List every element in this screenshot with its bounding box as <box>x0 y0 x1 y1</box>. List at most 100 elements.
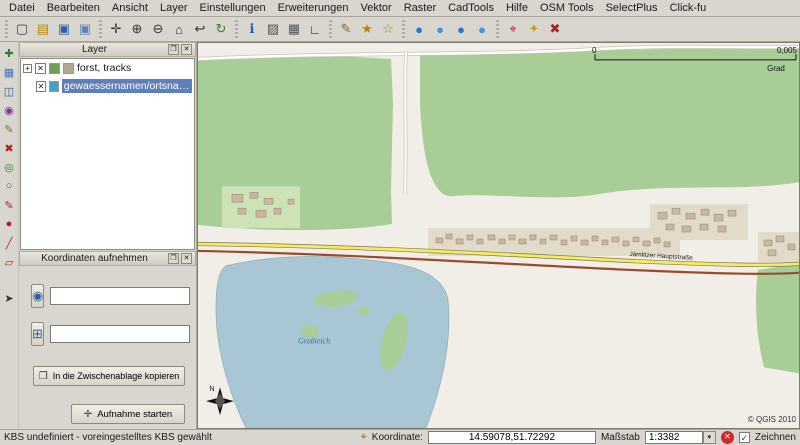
copy-to-clipboard-button[interactable]: ❐ In die Zwischenablage kopieren <box>33 366 185 386</box>
menu-click-fu[interactable]: Click-fu <box>664 1 713 15</box>
layer-row-gewaessernamen[interactable]: ✕ gewaessernamen/ortsnamen... <box>21 77 194 95</box>
snap-grid-button[interactable]: ⊞ <box>31 322 44 346</box>
select-plus-button[interactable]: ✦ <box>524 19 544 39</box>
measure-line-button[interactable]: ∟ <box>305 19 325 39</box>
coordinate-icon[interactable]: ⌖ <box>361 431 367 444</box>
zoom-full-extent-button[interactable]: ⌂ <box>169 19 189 39</box>
toolbar-grip <box>496 20 499 38</box>
main-area: ✚ ▦ ◫ ◉ ✎ ✖ ◎ ○ ✎ ● ╱ ▱ ➤ Layer ❐ ✕ + ✕ <box>0 42 800 429</box>
scale-start-label: 0 <box>592 46 597 55</box>
layers-tree: + ✕ forst, tracks ✕ gewaessernamen/ortsn… <box>20 58 195 250</box>
menu-raster[interactable]: Raster <box>398 1 442 15</box>
scale-label: Maßstab <box>601 432 640 443</box>
north-label: N <box>209 386 214 393</box>
capture-point-button[interactable]: ● <box>1 216 17 232</box>
hide-all-layers-button[interactable]: ○ <box>1 178 17 194</box>
main-toolbar: ▢ ▤ ▣ ▣ ✛ ⊕ ⊖ ⌂ ↩ ↻ ℹ ▨ ▦ ∟ ✎ ★ ☆ ● ● ● … <box>0 17 800 42</box>
zoom-previous-button[interactable]: ↩ <box>190 19 210 39</box>
osm-download-button[interactable]: ● <box>430 19 450 39</box>
stop-render-button[interactable]: ✕ <box>721 431 734 444</box>
coordinate-map-field[interactable] <box>50 325 190 343</box>
layer-visibility-checkbox[interactable]: ✕ <box>35 63 46 74</box>
zoom-in-button[interactable]: ⊕ <box>127 19 147 39</box>
osm-upload-button[interactable]: ● <box>451 19 471 39</box>
show-all-layers-button[interactable]: ◎ <box>1 159 17 175</box>
show-bookmarks-button[interactable]: ☆ <box>378 19 398 39</box>
menu-ansicht[interactable]: Ansicht <box>106 1 154 15</box>
layer-label-selected[interactable]: gewaessernamen/ortsnamen... <box>62 79 192 93</box>
add-wms-layer-button[interactable]: ◉ <box>1 102 17 118</box>
coordinate-capture-button[interactable]: ⌖ <box>503 19 523 39</box>
dock-panels: Layer ❐ ✕ + ✕ forst, tracks ✕ gewaessern… <box>19 42 197 429</box>
layers-panel-float-button[interactable]: ❐ <box>168 44 179 55</box>
layers-toolbar: ✚ ▦ ◫ ◉ ✎ ✖ ◎ ○ ✎ ● ╱ ▱ ➤ <box>0 42 19 429</box>
chevron-down-icon[interactable]: ▼ <box>703 431 716 444</box>
add-raster-layer-button[interactable]: ▦ <box>1 64 17 80</box>
crs-globe-button[interactable]: ◉ <box>31 284 44 308</box>
status-message: KBS undefiniert - voreingestelltes KBS g… <box>4 432 212 443</box>
capture-polygon-button[interactable]: ▱ <box>1 254 17 270</box>
pointer-tool-button[interactable]: ➤ <box>1 290 17 306</box>
toolbar-grip <box>5 20 8 38</box>
coordinate-label: Koordinate: <box>372 432 423 443</box>
toolbar-grip <box>329 20 332 38</box>
identify-features-button[interactable]: ℹ <box>242 19 262 39</box>
coordinate-panel-close-button[interactable]: ✕ <box>181 253 192 264</box>
coordinate-display-field[interactable] <box>428 431 596 444</box>
refresh-map-button[interactable]: ↻ <box>211 19 231 39</box>
scale-value-field[interactable] <box>645 431 703 444</box>
open-project-button[interactable]: ▤ <box>33 19 53 39</box>
layers-panel-title: Layer <box>23 44 166 55</box>
scale-unit-label: Grad <box>767 64 785 73</box>
add-postgis-layer-button[interactable]: ◫ <box>1 83 17 99</box>
coordinate-panel-float-button[interactable]: ❐ <box>168 253 179 264</box>
capture-line-button[interactable]: ╱ <box>1 235 17 251</box>
layers-panel-titlebar: Layer ❐ ✕ <box>19 42 196 57</box>
select-features-button[interactable]: ▨ <box>263 19 283 39</box>
new-shapefile-layer-button[interactable]: ✎ <box>1 121 17 137</box>
menu-datei[interactable]: Datei <box>3 1 41 15</box>
layers-panel-close-button[interactable]: ✕ <box>181 44 192 55</box>
copyright-label: © QGIS 2010 <box>748 415 797 424</box>
layer-row-forst-tracks[interactable]: + ✕ forst, tracks <box>21 59 194 77</box>
menu-selectplus[interactable]: SelectPlus <box>600 1 664 15</box>
osm-import-button[interactable]: ● <box>472 19 492 39</box>
coordinate-panel-titlebar: Koordinaten aufnehmen ❐ ✕ <box>19 251 196 266</box>
menu-einstellungen[interactable]: Einstellungen <box>194 1 272 15</box>
save-project-as-button[interactable]: ▣ <box>75 19 95 39</box>
open-attribute-table-button[interactable]: ▦ <box>284 19 304 39</box>
add-vector-layer-button[interactable]: ✚ <box>1 45 17 61</box>
map-canvas[interactable]: Großteich Jämlitzer Hauptstraße 0 0,005 … <box>197 42 800 429</box>
new-project-button[interactable]: ▢ <box>12 19 32 39</box>
coordinate-panel-title: Koordinaten aufnehmen <box>23 253 166 264</box>
zoom-out-button[interactable]: ⊖ <box>148 19 168 39</box>
coordinate-crs-field[interactable] <box>50 287 190 305</box>
menu-osm-tools[interactable]: OSM Tools <box>534 1 600 15</box>
layer-label[interactable]: forst, tracks <box>77 62 131 74</box>
menu-erweiterungen[interactable]: Erweiterungen <box>272 1 355 15</box>
menu-vektor[interactable]: Vektor <box>355 1 398 15</box>
render-label: Zeichnen <box>755 432 796 443</box>
click-fu-button[interactable]: ✖ <box>545 19 565 39</box>
expander-icon[interactable]: + <box>23 64 32 73</box>
save-project-button[interactable]: ▣ <box>54 19 74 39</box>
grass-area <box>222 186 300 228</box>
coordinate-capture-panel: Koordinaten aufnehmen ❐ ✕ ◉ ⊞ ❐ In die Z… <box>19 251 196 429</box>
new-bookmark-button[interactable]: ★ <box>357 19 377 39</box>
capture-crosshair-icon: ✛ <box>84 409 92 420</box>
scale-combo[interactable]: ▼ <box>645 431 716 444</box>
toolbar-grip <box>402 20 405 38</box>
layers-panel: Layer ❐ ✕ + ✕ forst, tracks ✕ gewaessern… <box>19 42 196 251</box>
pan-map-button[interactable]: ✛ <box>106 19 126 39</box>
remove-layer-button[interactable]: ✖ <box>1 140 17 156</box>
menu-hilfe[interactable]: Hilfe <box>500 1 534 15</box>
menu-bearbeiten[interactable]: Bearbeiten <box>41 1 106 15</box>
start-capture-button[interactable]: ✛ Aufnahme starten <box>71 404 185 424</box>
menu-cadtools[interactable]: CadTools <box>442 1 500 15</box>
toggle-editing-button[interactable]: ✎ <box>1 197 17 213</box>
layer-visibility-checkbox[interactable]: ✕ <box>36 81 46 92</box>
render-checkbox[interactable]: ✓ <box>739 432 750 443</box>
osm-load-button[interactable]: ● <box>409 19 429 39</box>
menu-layer[interactable]: Layer <box>154 1 194 15</box>
map-tips-button[interactable]: ✎ <box>336 19 356 39</box>
